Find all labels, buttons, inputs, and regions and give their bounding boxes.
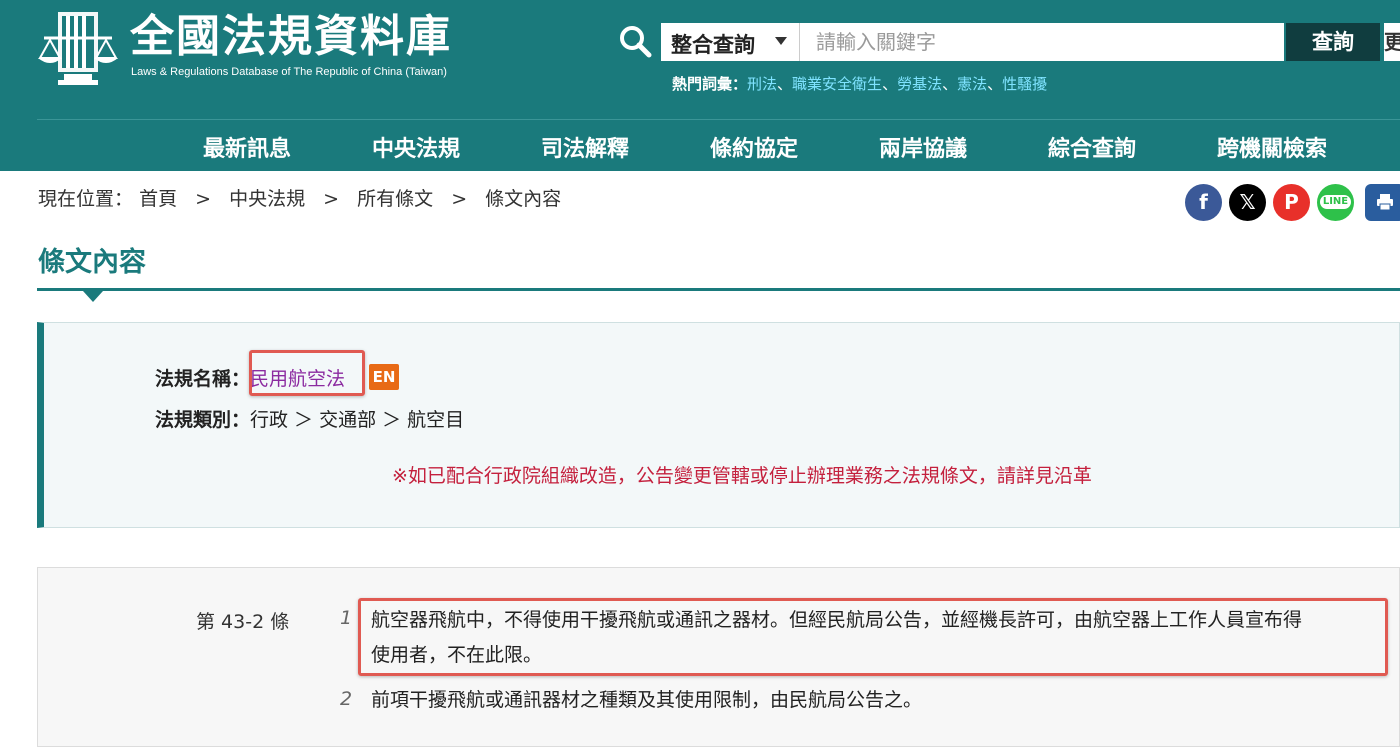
- x-icon[interactable]: 𝕏: [1229, 184, 1266, 221]
- law-category-row: 法規類別：行政 ＞ 交通部 ＞ 航空目: [155, 405, 464, 432]
- search-input[interactable]: [800, 23, 1284, 61]
- page-title: 條文內容: [38, 247, 146, 278]
- breadcrumb-current: 條文內容: [485, 188, 562, 210]
- law-category-label: 法規類別：: [155, 409, 251, 431]
- hot-term-link[interactable]: 勞基法: [897, 75, 942, 93]
- paragraph-number: 1: [340, 607, 353, 629]
- hot-term-link[interactable]: 性騷擾: [1002, 75, 1047, 93]
- chevron-down-icon: [775, 37, 787, 45]
- title-pointer: [83, 291, 103, 302]
- nav-item-latest-news[interactable]: 最新訊息: [203, 131, 291, 163]
- plurk-icon[interactable]: P: [1273, 184, 1310, 221]
- print-icon[interactable]: [1365, 184, 1400, 221]
- main-nav: 最新訊息 中央法規 司法解釋 條約協定 兩岸協議 綜合查詢 跨機關檢索: [0, 120, 1400, 171]
- facebook-icon[interactable]: f: [1185, 184, 1222, 221]
- hot-term-link[interactable]: 職業安全衛生: [792, 75, 882, 93]
- hot-term-separator: 、: [882, 75, 898, 93]
- nav-item-treaties[interactable]: 條約協定: [710, 131, 798, 163]
- breadcrumb: 現在位置： 首頁 > 中央法規 > 所有條文 > 條文內容: [38, 184, 561, 211]
- nav-item-central-laws[interactable]: 中央法規: [372, 131, 460, 163]
- law-category-value: 行政 ＞ 交通部 ＞ 航空目: [250, 409, 465, 431]
- line-icon[interactable]: LINE: [1317, 184, 1354, 221]
- breadcrumb-all-articles[interactable]: 所有條文: [357, 188, 433, 210]
- hot-term-link[interactable]: 憲法: [957, 75, 987, 93]
- nav-item-cross-agency-search[interactable]: 跨機關檢索: [1217, 131, 1327, 163]
- english-version-badge[interactable]: EN: [369, 364, 399, 390]
- site-subtitle: Laws & Regulations Database of The Repub…: [131, 66, 447, 78]
- hot-terms-label: 熱門詞彙：: [672, 75, 748, 93]
- hot-term-separator: 、: [777, 75, 793, 93]
- reorganization-notice[interactable]: ※如已配合行政院組織改造，公告變更管轄或停止辦理業務之法規條文，請詳見沿革: [392, 461, 1092, 488]
- paragraph-number: 2: [340, 688, 353, 710]
- highlight-box: [249, 350, 365, 396]
- search-scope-select[interactable]: 整合查詢: [661, 23, 800, 61]
- search-scope-value: 整合查詢: [671, 33, 755, 57]
- more-search-button[interactable]: 更: [1384, 23, 1400, 61]
- breadcrumb-separator: >: [323, 188, 340, 210]
- scales-of-justice-logo-icon[interactable]: [38, 8, 118, 86]
- breadcrumb-separator: >: [195, 188, 212, 210]
- site-header: 全國法規資料庫 Laws & Regulations Database of T…: [0, 0, 1400, 171]
- paragraph-text-line: 前項干擾飛航或通訊器材之種類及其使用限制，由民航局公告之。: [371, 689, 923, 711]
- highlight-box: [358, 598, 1388, 676]
- search-icon: [620, 26, 652, 58]
- breadcrumb-central-laws[interactable]: 中央法規: [229, 188, 305, 210]
- breadcrumb-home[interactable]: 首頁: [139, 188, 177, 210]
- hot-terms: 熱門詞彙：刑法、職業安全衛生、勞基法、憲法、性騷擾: [672, 73, 1047, 94]
- nav-item-cross-strait[interactable]: 兩岸協議: [879, 131, 967, 163]
- nav-item-integrated-search[interactable]: 綜合查詢: [1048, 131, 1136, 163]
- breadcrumb-label: 現在位置：: [38, 188, 134, 210]
- nav-item-judicial-interpretation[interactable]: 司法解釋: [541, 131, 629, 163]
- site-title[interactable]: 全國法規資料庫: [130, 10, 452, 64]
- article-number: 第 43-2 條: [196, 611, 290, 633]
- law-name-label: 法規名稱：: [155, 368, 251, 390]
- search-button[interactable]: 查詢: [1286, 23, 1380, 61]
- hot-term-separator: 、: [987, 75, 1003, 93]
- breadcrumb-separator: >: [451, 188, 468, 210]
- title-divider: [37, 288, 1400, 291]
- hot-term-link[interactable]: 刑法: [747, 75, 777, 93]
- hot-term-separator: 、: [942, 75, 958, 93]
